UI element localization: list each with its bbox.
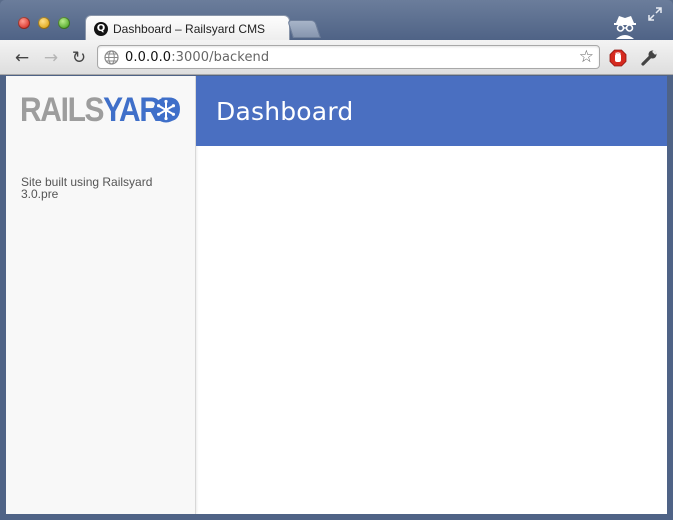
wrench-icon[interactable] xyxy=(640,49,658,67)
back-arrow-icon[interactable]: ← xyxy=(13,49,31,67)
tab-dashboard[interactable]: Q Dashboard – Railsyard CMS xyxy=(85,15,290,41)
page-title: Dashboard xyxy=(216,97,354,126)
url-host: 0.0.0.0 xyxy=(125,50,172,65)
address-bar[interactable]: 0.0.0.0:3000/backend ☆ xyxy=(97,45,600,69)
railsyard-q-icon: Q xyxy=(94,21,108,36)
zoom-window-button[interactable] xyxy=(58,17,70,29)
bookmark-star-icon[interactable]: ☆ xyxy=(579,48,594,66)
page-viewport: RAILSYARD Site built using Railsyard 3.0… xyxy=(6,76,667,514)
globe-icon xyxy=(104,50,119,65)
incognito-icon xyxy=(614,16,636,39)
close-window-button[interactable] xyxy=(18,17,30,29)
tab-strip: Q Dashboard – Railsyard CMS xyxy=(0,0,673,41)
fullscreen-icon[interactable] xyxy=(648,7,662,21)
logo-snowflake-icon xyxy=(153,97,179,123)
logo-rails-text: RAILS xyxy=(20,91,104,129)
stop-hand-icon[interactable] xyxy=(609,49,627,67)
railsyard-logo[interactable]: RAILSYARD xyxy=(20,91,182,129)
browser-toolbar: ← → ↻ 0.0.0.0:3000/backend ☆ xyxy=(0,40,673,75)
sidebar: RAILSYARD Site built using Railsyard 3.0… xyxy=(6,76,196,514)
logo-wordmark: RAILSYARD xyxy=(20,91,181,129)
page-header: Dashboard xyxy=(196,76,667,146)
new-tab-button[interactable] xyxy=(287,20,321,38)
forward-arrow-icon[interactable]: → xyxy=(42,49,60,67)
reload-icon[interactable]: ↻ xyxy=(70,49,88,67)
browser-window: Q Dashboard – Railsyard CMS ← → ↻ 0.0.0.… xyxy=(0,0,673,520)
site-info-text: Site built using Railsyard 3.0.pre xyxy=(21,175,153,201)
url-text: 0.0.0.0:3000/backend xyxy=(125,50,269,65)
tab-title: Dashboard – Railsyard CMS xyxy=(113,21,266,36)
minimize-window-button[interactable] xyxy=(38,17,50,29)
url-path: :3000/backend xyxy=(171,50,270,65)
